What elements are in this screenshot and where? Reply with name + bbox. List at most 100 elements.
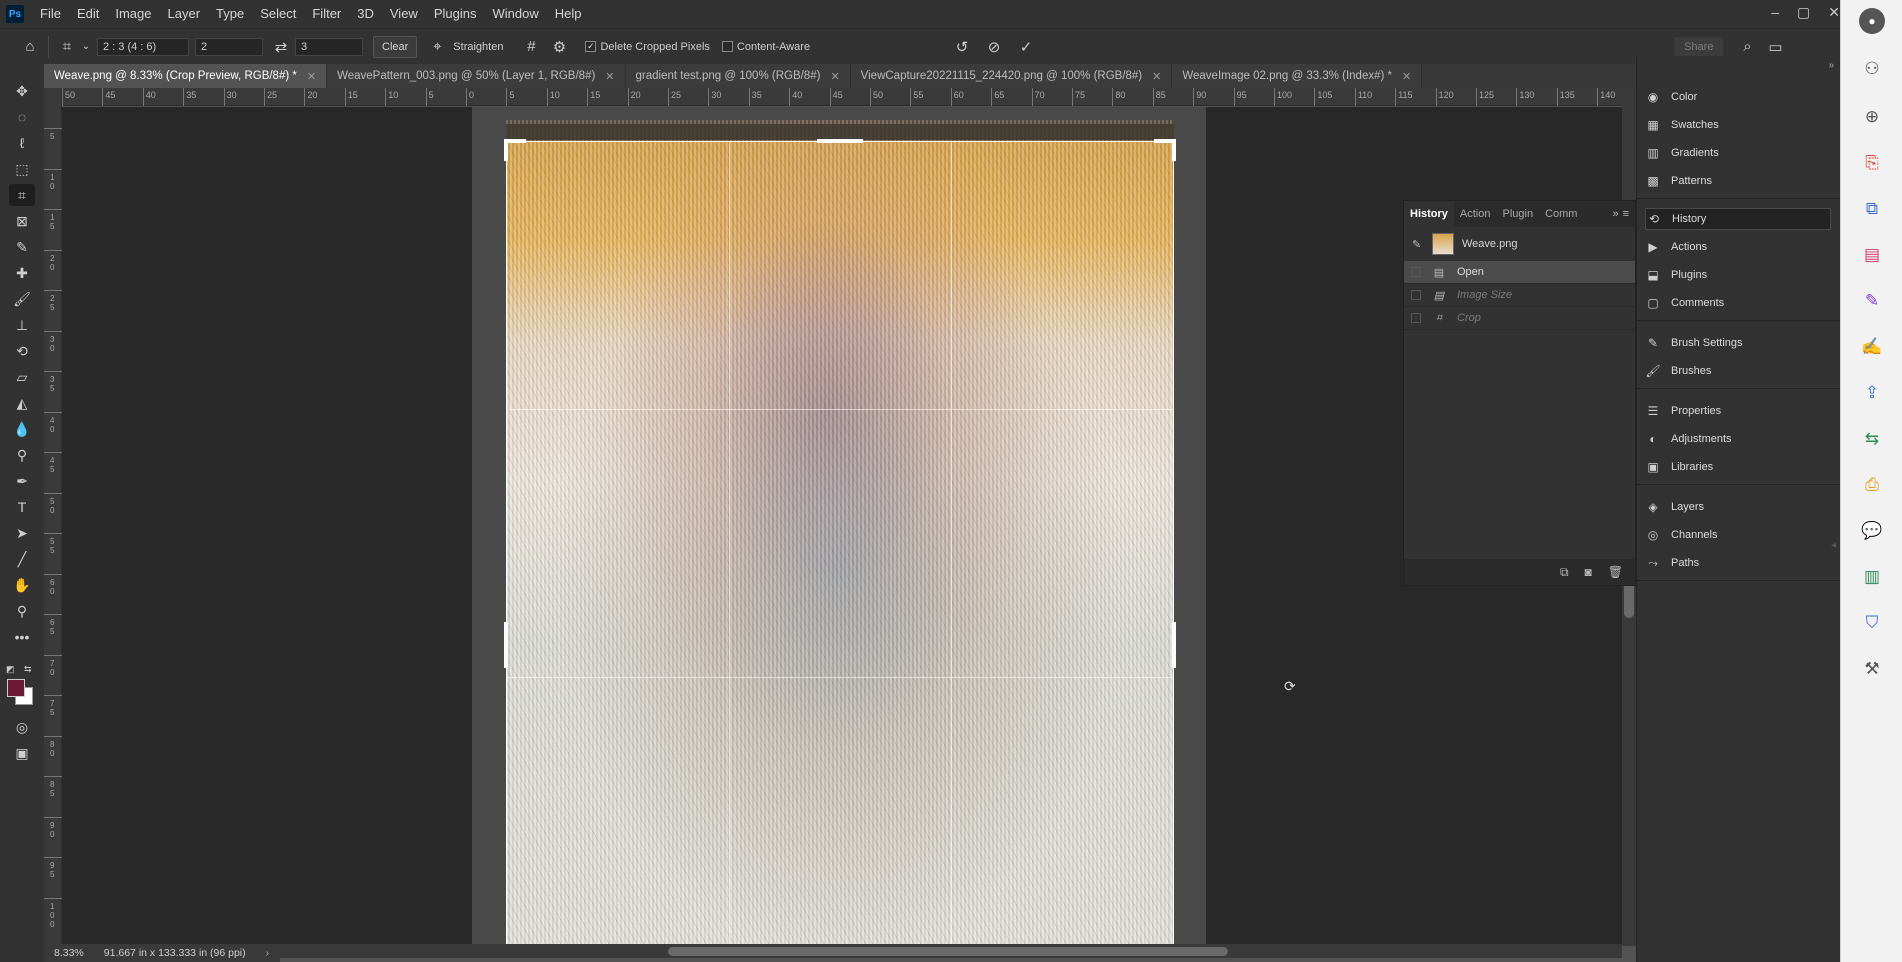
menu-view[interactable]: View [382,0,426,28]
menu-filter[interactable]: Filter [304,0,349,28]
tab-viewcapture[interactable]: ViewCapture20221115_224420.png @ 100% (R… [850,64,1173,88]
dock-item-comments[interactable]: ▢ Comments [1645,292,1831,314]
trash-icon[interactable]: 🗑 [1608,565,1623,579]
close-icon[interactable]: ✕ [830,70,839,83]
dock-item-plugins[interactable]: ⬓ Plugins [1645,264,1831,286]
straighten-icon[interactable]: ⌖ [425,35,449,59]
expand-panel-icon[interactable]: » [1612,208,1622,220]
line-tool-icon[interactable]: ╱ [9,548,35,570]
dock-item-history[interactable]: ⟲ History [1645,208,1831,230]
menu-help[interactable]: Help [547,0,590,28]
content-aware-checkbox[interactable]: Content-Aware [721,41,810,53]
new-document-from-state-icon[interactable]: ⧉ [1560,565,1569,580]
fill-sign-icon[interactable]: ✍ [1859,334,1885,360]
organize-pages-icon[interactable]: ▤ [1859,242,1885,268]
default-colors-icon[interactable]: ◩ [6,664,16,674]
crop-handle-top-left[interactable] [504,139,508,161]
dock-item-layers[interactable]: ◈ Layers [1645,496,1831,518]
reset-icon[interactable]: ↺ [950,35,974,59]
vertical-scroll-thumb[interactable] [1624,582,1634,618]
close-icon[interactable]: ✕ [1402,70,1411,83]
ruler-vertical[interactable]: 5 10 15 20 25 30 35 40 45 50 55 60 65 70 75 80 85 90 95 100 [44,88,62,946]
checkbox-unchecked-icon[interactable] [721,41,733,52]
crop-bounding-box[interactable] [504,139,1176,946]
ruler-horizontal[interactable]: 50 45 40 35 30 25 20 15 10 5 0 5 10 15 20 25 30 35 40 45 50 5… [44,88,1636,106]
screen-mode-icon[interactable]: ▣ [9,742,35,764]
crop-tool-icon[interactable]: ⌗ [55,35,79,59]
crop-handle-right[interactable] [1172,622,1176,668]
history-state-image-size[interactable]: ▤ Image Size [1404,284,1635,307]
frame-tool-icon[interactable]: ⊠ [9,210,35,232]
dock-item-libraries[interactable]: ▣ Libraries [1645,456,1831,478]
dock-item-brushes[interactable]: 🖌 Brushes [1645,360,1831,382]
ratio-preset-select[interactable]: 2 : 3 (4 : 6) [97,37,189,56]
crop-handle-left[interactable] [504,622,508,668]
create-pdf-icon[interactable]: ⎘ [1859,150,1885,176]
foreground-color-swatch[interactable] [7,679,25,697]
quick-mask-icon[interactable]: ◎ [9,716,35,738]
maximize-button[interactable]: ▢ [1797,4,1810,21]
close-icon[interactable]: ✕ [307,70,316,83]
share-file-icon[interactable]: ⎙ [1859,472,1885,498]
clear-button[interactable]: Clear [373,35,418,58]
camera-icon[interactable]: ◙ [1585,565,1592,579]
avatar[interactable]: ● [1859,8,1885,34]
chevron-down-icon[interactable]: ⌄ [79,35,93,59]
user-icon[interactable]: ⚇ [1859,56,1885,82]
scan-icon[interactable]: ▥ [1859,564,1885,590]
straighten-label[interactable]: Straighten [453,41,503,53]
zoom-level[interactable]: 8.33% [54,947,84,959]
tab-gradient-test[interactable]: gradient test.png @ 100% (RGB/8#) ✕ [625,64,851,88]
tab-history[interactable]: History [1404,201,1454,227]
share-button[interactable]: Share [1674,36,1724,57]
paint-bucket-icon[interactable]: ◭ [9,392,35,414]
minimize-button[interactable]: – [1771,4,1779,20]
type-tool-icon[interactable]: T [9,496,35,518]
brush-tool-icon[interactable]: 🖌 [9,288,35,310]
move-tool-icon[interactable]: ✥ [9,80,35,102]
panel-menu-icon[interactable]: ≡ [1623,208,1635,220]
checkbox-unchecked-icon[interactable] [1411,267,1421,277]
dock-item-brush-settings[interactable]: ✎ Brush Settings [1645,332,1831,354]
collapse-panels-icon[interactable]: » [1828,60,1834,71]
tab-weavepattern[interactable]: WeavePattern_003.png @ 50% (Layer 1, RGB… [327,64,626,88]
tab-actions[interactable]: Action [1454,201,1497,227]
dock-item-actions[interactable]: ▶ Actions [1645,236,1831,258]
tools-icon[interactable]: ⚒ [1859,656,1885,682]
checkbox-unchecked-icon[interactable] [1411,290,1421,300]
crop-tool-icon[interactable]: ⌗ [9,184,35,206]
close-icon[interactable]: ✕ [1152,70,1161,83]
marquee-tool-icon[interactable]: ◌ [9,106,35,128]
menu-3d[interactable]: 3D [349,0,382,28]
checkbox-unchecked-icon[interactable] [1411,313,1421,323]
menu-edit[interactable]: Edit [69,0,107,28]
lasso-tool-icon[interactable]: ℓ [9,132,35,154]
dock-item-properties[interactable]: ☰ Properties [1645,400,1831,422]
tab-weave[interactable]: Weave.png @ 8.33% (Crop Preview, RGB/8#)… [44,64,328,88]
history-brush-source-icon[interactable]: ✎ [1412,238,1426,251]
ratio-height-input[interactable]: 3 [295,37,363,56]
dock-item-patterns[interactable]: ▩ Patterns [1645,170,1831,192]
combine-files-icon[interactable]: ⧉ [1859,196,1885,222]
collapse-arrow-icon[interactable]: ◂ [1831,540,1836,551]
overlay-grid-icon[interactable]: # [519,35,543,59]
tab-comments[interactable]: Comm [1539,201,1583,227]
dock-item-swatches[interactable]: ▦ Swatches [1645,114,1831,136]
history-state-crop[interactable]: ⌗ Crop [1404,307,1635,330]
menu-window[interactable]: Window [484,0,546,28]
object-select-tool-icon[interactable]: ⬚ [9,158,35,180]
checkbox-checked-icon[interactable]: ✓ [585,41,597,52]
crop-handle-top-right[interactable] [1172,139,1176,161]
protect-icon[interactable]: ⛉ [1859,610,1885,636]
healing-brush-icon[interactable]: ✚ [9,262,35,284]
history-snapshot[interactable]: ✎ Weave.png [1404,227,1635,261]
eyedropper-tool-icon[interactable]: ✎ [9,236,35,258]
swap-colors-icon[interactable]: ⇆ [24,664,34,674]
delete-cropped-checkbox[interactable]: ✓ Delete Cropped Pixels [585,41,710,53]
dock-item-channels[interactable]: ◎ Channels [1645,524,1831,546]
dodge-tool-icon[interactable]: ⚲ [9,444,35,466]
search-icon[interactable]: ⌕ [1735,35,1759,59]
menu-layer[interactable]: Layer [160,0,209,28]
ratio-width-input[interactable]: 2 [195,37,263,56]
close-icon[interactable]: ✕ [605,70,614,83]
